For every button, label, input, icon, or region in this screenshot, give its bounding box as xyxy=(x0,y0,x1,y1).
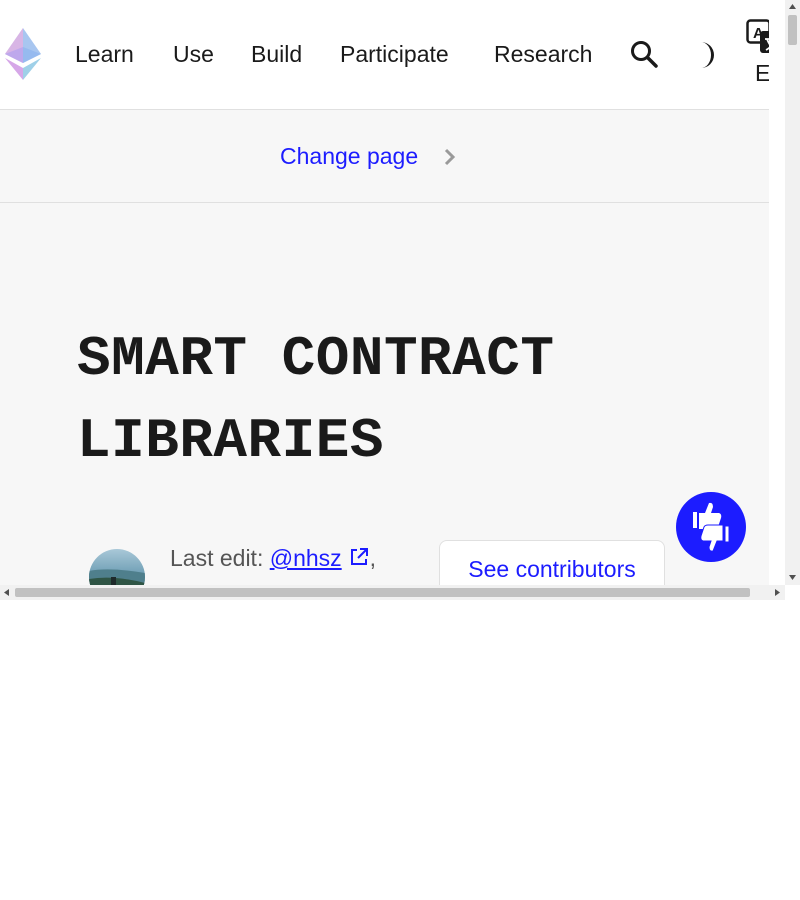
nav-learn[interactable]: Learn xyxy=(75,38,134,70)
feedback-button[interactable] xyxy=(676,492,746,562)
last-edit-user-link[interactable]: @nhsz xyxy=(270,545,342,571)
nav-research[interactable]: Research xyxy=(494,38,592,70)
translate-icon[interactable]: A xyxy=(746,19,769,55)
page-navigation: Change page xyxy=(0,110,769,203)
change-page-link[interactable]: Change page xyxy=(280,140,418,172)
scroll-up-arrow-icon[interactable] xyxy=(788,2,797,11)
browser-viewport: Learn Use Build Participate Research A E… xyxy=(0,0,800,600)
avatar-photo xyxy=(89,569,145,585)
scroll-down-arrow-icon[interactable] xyxy=(788,573,797,582)
chevron-right-icon[interactable] xyxy=(443,147,457,167)
search-icon[interactable] xyxy=(629,39,659,69)
dark-mode-toggle-icon[interactable] xyxy=(692,40,718,70)
horizontal-scrollbar[interactable] xyxy=(0,585,785,600)
thumbs-up-down-icon xyxy=(693,502,730,552)
scroll-left-arrow-icon[interactable] xyxy=(2,588,11,597)
top-navigation: Learn Use Build Participate Research A E… xyxy=(0,0,769,110)
vertical-scrollbar-thumb[interactable] xyxy=(788,15,797,45)
see-contributors-button[interactable]: See contributors xyxy=(439,540,665,585)
last-edit: Last edit: @nhsz , xyxy=(170,543,376,573)
nav-build[interactable]: Build xyxy=(251,38,302,70)
scroll-right-arrow-icon[interactable] xyxy=(773,588,782,597)
page: Learn Use Build Participate Research A E… xyxy=(0,0,769,585)
horizontal-scrollbar-thumb[interactable] xyxy=(15,588,750,597)
page-title: SMART CONTRACT LIBRARIES xyxy=(77,327,555,473)
external-link-icon[interactable] xyxy=(348,546,370,568)
last-edit-suffix: , xyxy=(369,545,377,571)
ethereum-logo-icon[interactable] xyxy=(5,28,41,80)
nav-participate[interactable]: Participate xyxy=(340,38,449,70)
nav-use[interactable]: Use xyxy=(173,38,214,70)
language-label[interactable]: EN xyxy=(755,60,769,86)
last-edit-prefix: Last edit: xyxy=(170,545,270,571)
vertical-scrollbar[interactable] xyxy=(785,0,800,585)
avatar[interactable] xyxy=(89,549,145,585)
